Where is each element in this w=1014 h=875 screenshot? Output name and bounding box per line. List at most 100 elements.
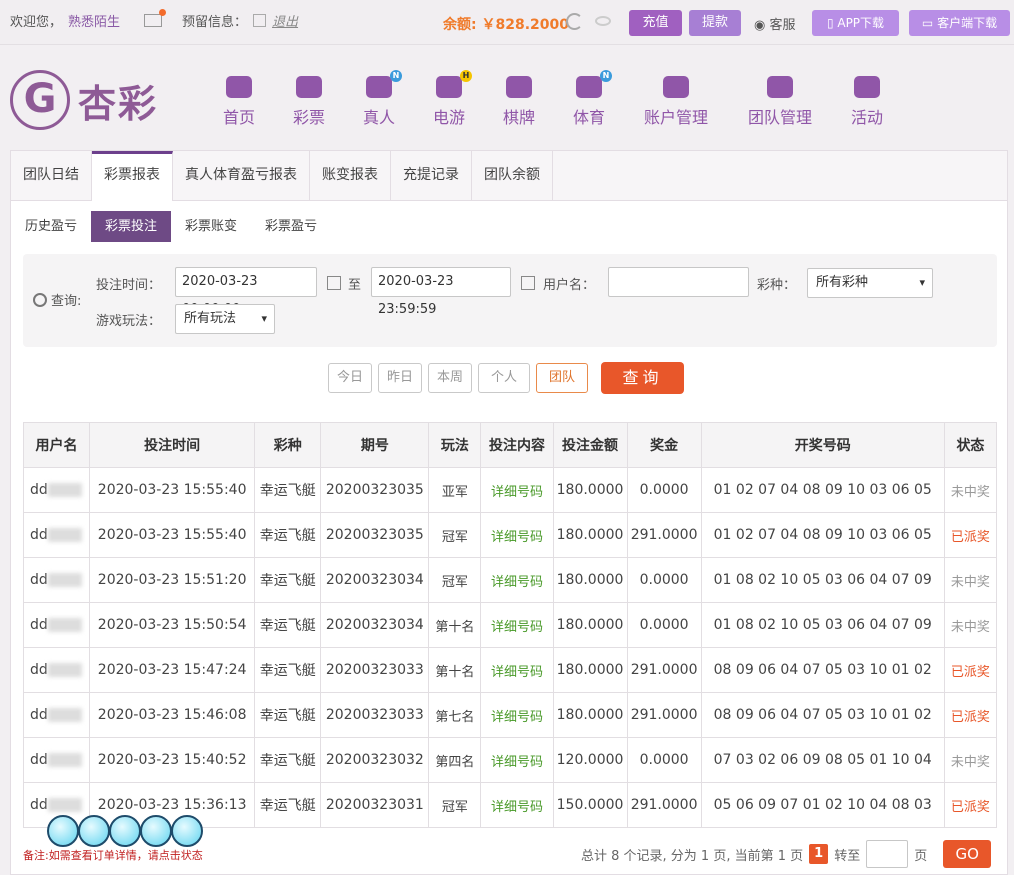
edit-icon[interactable] [253, 14, 267, 27]
quick-date-buttons: 今日 昨日 本周 个人 团队 [328, 363, 588, 393]
main-header: G 杏彩 首页 彩票 N 真人 H 电游 棋牌 N 体育 账户管理 团队管理 活动 [0, 46, 1014, 150]
table-row: dd 2020-03-23 15:40:52 幸运飞艇 20200323032 第四名详… [22, 737, 998, 783]
team-button[interactable]: 团队 [536, 363, 588, 393]
prize-cell: 0.0000 [626, 557, 702, 603]
amount-cell: 180.0000 [552, 602, 628, 648]
nav-sports[interactable]: N 体育 [572, 70, 612, 128]
nav-team[interactable]: 团队管理 [747, 76, 813, 128]
nav-label: 电游 [432, 108, 465, 127]
play-select[interactable]: 所有玩法 [175, 304, 275, 334]
tab-account-change[interactable]: 账变报表 [310, 151, 391, 200]
detail-link[interactable]: 详细号码 [480, 647, 554, 693]
start-time-input[interactable]: 2020-03-23 00:00:00 [175, 267, 317, 317]
table-row: dd 2020-03-23 15:47:24 幸运飞艇 20200323033 第十名详… [22, 647, 998, 693]
calendar-icon[interactable] [521, 276, 535, 290]
calendar-icon[interactable] [327, 276, 341, 290]
detail-link[interactable]: 详细号码 [480, 467, 554, 513]
subtab-lottery-pl[interactable]: 彩票盈亏 [251, 211, 331, 242]
username-input[interactable] [608, 267, 749, 297]
status-cell[interactable]: 已派奖 [943, 647, 998, 693]
nav-account[interactable]: 账户管理 [643, 76, 709, 128]
col-content: 投注内容 [480, 422, 554, 468]
detail-link[interactable]: 详细号码 [480, 512, 554, 558]
detail-link[interactable]: 详细号码 [480, 557, 554, 603]
col-game: 彩种 [254, 422, 322, 468]
hide-balance-icon[interactable] [595, 16, 611, 26]
username-link[interactable]: 熟悉陌生 [68, 11, 120, 30]
username-text: dd [30, 662, 48, 678]
go-button[interactable]: GO [943, 840, 992, 868]
masked-username [47, 798, 82, 812]
mail-icon[interactable] [144, 9, 167, 27]
play-cell: 第十名 [428, 647, 482, 693]
account-icon [663, 76, 689, 98]
logout-link[interactable]: 退出 [272, 11, 298, 30]
app-download-button[interactable]: ▯ APP下载 [812, 10, 899, 36]
this-week-button[interactable]: 本周 [428, 363, 472, 393]
status-cell[interactable]: 未中奖 [943, 602, 998, 648]
status-cell[interactable]: 已派奖 [943, 782, 998, 828]
subtab-history-pl[interactable]: 历史盈亏 [11, 211, 91, 242]
pagination: 总计 8 个记录, 分为 1 页, 当前第 1 页 1 转至 页 GO [581, 840, 992, 868]
col-username: 用户名 [22, 422, 91, 468]
masked-username [47, 483, 82, 497]
status-cell[interactable]: 已派奖 [943, 512, 998, 558]
prize-cell: 291.0000 [626, 512, 702, 558]
welcome-area: 欢迎您， 熟悉陌生 预留信息： 退出 [10, 9, 298, 30]
lottery-select[interactable]: 所有彩种 [807, 268, 933, 298]
logo-mark: G [10, 70, 70, 130]
masked-username [47, 663, 82, 677]
game-cell: 幸运飞艇 [254, 647, 322, 693]
tab-team-daily[interactable]: 团队日结 [11, 151, 92, 200]
status-cell[interactable]: 未中奖 [943, 737, 998, 783]
customer-service-link[interactable]: ◉ 客服 [754, 14, 796, 33]
current-page-badge[interactable]: 1 [809, 844, 829, 864]
numbers-cell: 01 08 02 10 05 03 06 04 07 09 [700, 557, 945, 603]
tab-live-sports-report[interactable]: 真人体育盈亏报表 [173, 151, 310, 200]
bet-time-label: 投注时间： [96, 278, 162, 293]
balance-label: 余额: [443, 17, 477, 33]
query-button[interactable]: 查询 [601, 362, 684, 394]
username-text: dd [30, 617, 48, 633]
subtab-lottery-bets[interactable]: 彩票投注 [91, 211, 172, 242]
today-button[interactable]: 今日 [328, 363, 372, 393]
detail-link[interactable]: 详细号码 [480, 692, 554, 738]
table-row: dd 2020-03-23 15:46:08 幸运飞艇 20200323033 第七名详… [22, 692, 998, 738]
status-cell[interactable]: 已派奖 [943, 692, 998, 738]
status-cell[interactable]: 未中奖 [943, 467, 998, 513]
nav-live[interactable]: N 真人 [362, 70, 402, 128]
play-cell: 第七名 [428, 692, 482, 738]
lottery-icon [296, 76, 322, 98]
client-download-button[interactable]: ▭ 客户端下载 [909, 10, 1010, 36]
username-text: dd [30, 572, 48, 588]
refresh-icon[interactable] [566, 13, 583, 30]
detail-link[interactable]: 详细号码 [480, 737, 554, 783]
tab-team-balance[interactable]: 团队余额 [472, 151, 553, 200]
status-cell[interactable]: 未中奖 [943, 557, 998, 603]
tab-deposit-withdraw[interactable]: 充提记录 [391, 151, 472, 200]
report-panel: 团队日结 彩票报表 真人体育盈亏报表 账变报表 充提记录 团队余额 历史盈亏 彩… [10, 150, 1008, 875]
nav-badge: N [600, 70, 612, 82]
nav-label: 账户管理 [643, 108, 708, 127]
goto-page-input[interactable] [866, 840, 909, 868]
nav-home[interactable]: 首页 [222, 76, 256, 128]
subtab-lottery-changes[interactable]: 彩票账变 [171, 211, 251, 242]
nav-cards[interactable]: 棋牌 [502, 76, 536, 128]
nav-egame[interactable]: H 电游 [432, 70, 472, 128]
username-cell: dd [22, 692, 91, 738]
personal-button[interactable]: 个人 [478, 363, 530, 393]
recharge-button[interactable]: 充值 [629, 10, 682, 36]
nav-lottery[interactable]: 彩票 [292, 76, 326, 128]
detail-link[interactable]: 详细号码 [480, 602, 554, 648]
tab-lottery-report[interactable]: 彩票报表 [92, 151, 173, 201]
gamepad-icon: H [436, 70, 472, 98]
issue-cell: 20200323034 [320, 602, 430, 648]
end-time-input[interactable]: 2020-03-23 23:59:59 [371, 267, 511, 317]
site-logo[interactable]: G 杏彩 [10, 70, 158, 130]
nav-activity[interactable]: 活动 [850, 76, 884, 128]
bet-time-cell: 2020-03-23 15:55:40 [89, 467, 256, 513]
top-bar: 欢迎您， 熟悉陌生 预留信息： 退出 余额: ￥828.2000 充值 提款 ◉… [0, 0, 1014, 45]
yesterday-button[interactable]: 昨日 [378, 363, 422, 393]
detail-link[interactable]: 详细号码 [480, 782, 554, 828]
withdraw-button[interactable]: 提款 [689, 10, 741, 36]
